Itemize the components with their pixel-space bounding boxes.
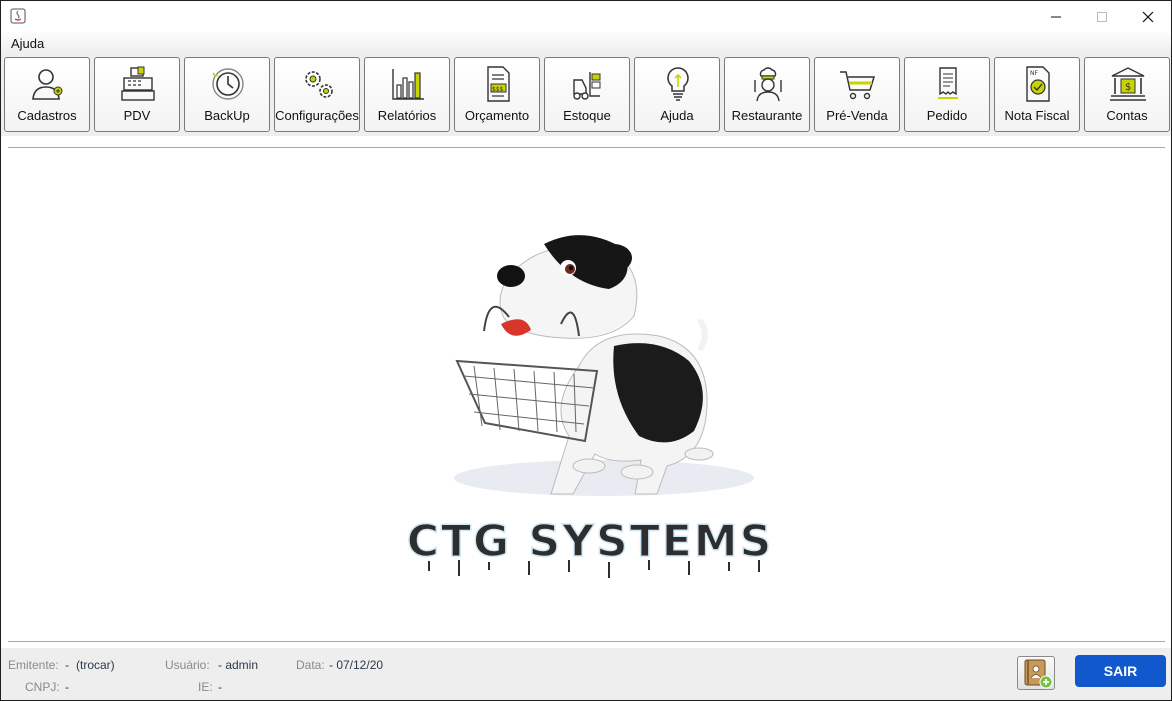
minimize-button[interactable] xyxy=(1033,1,1079,32)
pre-venda-button[interactable]: Pré-Venda xyxy=(814,57,900,132)
forklift-icon xyxy=(573,72,601,100)
pedido-button[interactable]: Pedido xyxy=(904,57,990,132)
menu-bar: Ajuda xyxy=(1,32,1171,54)
svg-text:$$$: $$$ xyxy=(492,86,504,93)
estoque-button[interactable]: Estoque xyxy=(544,57,630,132)
title-bar xyxy=(1,1,1171,32)
toolbar: Cadastros PDV BackUp Configurações Relat… xyxy=(1,54,1171,136)
emitente-label: Emitente: xyxy=(8,658,59,672)
order-receipt-icon xyxy=(938,67,958,99)
contas-label: Contas xyxy=(1106,108,1148,123)
nota-fiscal-label: Nota Fiscal xyxy=(1004,108,1070,123)
relatorios-button[interactable]: Relatórios xyxy=(364,57,450,132)
invoice-icon: NF xyxy=(1026,66,1050,102)
bank-icon: $ xyxy=(1110,67,1146,101)
data-label: Data: xyxy=(296,658,325,672)
main-content: CTG SYSTEMS xyxy=(1,136,1171,648)
svg-text:NF: NF xyxy=(1030,70,1038,77)
maximize-icon xyxy=(1097,11,1107,22)
status-bar: Emitente: - (trocar) Usuário: - admin Da… xyxy=(1,648,1171,700)
company-logo: CTG SYSTEMS xyxy=(389,216,791,582)
cnpj-label: CNPJ: xyxy=(25,680,60,694)
cadastros-button[interactable]: Cadastros xyxy=(4,57,90,132)
backup-button[interactable]: BackUp xyxy=(184,57,270,132)
user-add-icon xyxy=(32,69,63,100)
clock-backup-icon xyxy=(212,68,244,100)
configuracoes-button[interactable]: Configurações xyxy=(274,57,360,132)
contact-book-add-icon xyxy=(1024,659,1053,689)
pedido-label: Pedido xyxy=(926,108,968,123)
svg-text:$: $ xyxy=(1125,82,1131,93)
ie-value: - xyxy=(218,680,222,694)
ajuda-label: Ajuda xyxy=(660,108,694,123)
maximize-button[interactable] xyxy=(1079,1,1125,32)
usuario-label: Usuário: xyxy=(165,658,210,672)
chef-icon xyxy=(754,67,782,102)
top-divider xyxy=(8,147,1165,149)
pdv-label: PDV xyxy=(123,108,151,123)
restaurante-label: Restaurante xyxy=(731,108,803,123)
close-icon xyxy=(1142,11,1154,22)
bar-chart-icon xyxy=(392,69,424,100)
exit-button[interactable]: SAIR xyxy=(1075,655,1166,687)
cadastros-label: Cadastros xyxy=(17,108,77,123)
ie-label: IE: xyxy=(198,680,213,694)
orcamento-button[interactable]: $$$ Orçamento xyxy=(454,57,540,132)
estoque-label: Estoque xyxy=(563,108,611,123)
usuario-value: - admin xyxy=(218,658,259,672)
main-window: Ajuda Cadastros PDV BackUp Configurações… xyxy=(0,0,1172,701)
backup-label: BackUp xyxy=(204,108,250,123)
pre-venda-label: Pré-Venda xyxy=(826,108,888,123)
orcamento-label: Orçamento xyxy=(464,108,530,123)
minimize-icon xyxy=(1051,16,1061,17)
close-button[interactable] xyxy=(1125,1,1171,32)
relatorios-label: Relatórios xyxy=(377,108,437,123)
lightbulb-icon xyxy=(667,67,689,101)
logo-text: CTG SYSTEMS xyxy=(407,516,774,567)
java-app-icon xyxy=(10,8,26,24)
contas-button[interactable]: $ Contas xyxy=(1084,57,1170,132)
bottom-divider xyxy=(8,641,1165,643)
emitente-value: - xyxy=(65,658,69,672)
cash-register-icon xyxy=(121,66,155,101)
restaurante-button[interactable]: Restaurante xyxy=(724,57,810,132)
menu-ajuda[interactable]: Ajuda xyxy=(11,36,44,51)
data-value: - 07/12/20 xyxy=(329,658,384,672)
configuracoes-label: Configurações xyxy=(275,108,359,123)
ajuda-button[interactable]: Ajuda xyxy=(634,57,720,132)
gears-icon xyxy=(305,71,333,98)
budget-document-icon: $$$ xyxy=(487,66,510,102)
pdv-button[interactable]: PDV xyxy=(94,57,180,132)
shopping-cart-icon xyxy=(840,71,876,100)
trocar-link[interactable]: (trocar) xyxy=(76,658,115,672)
cnpj-value: - xyxy=(65,680,69,694)
nota-fiscal-button[interactable]: NF Nota Fiscal xyxy=(994,57,1080,132)
contacts-book-button[interactable] xyxy=(1017,656,1055,690)
